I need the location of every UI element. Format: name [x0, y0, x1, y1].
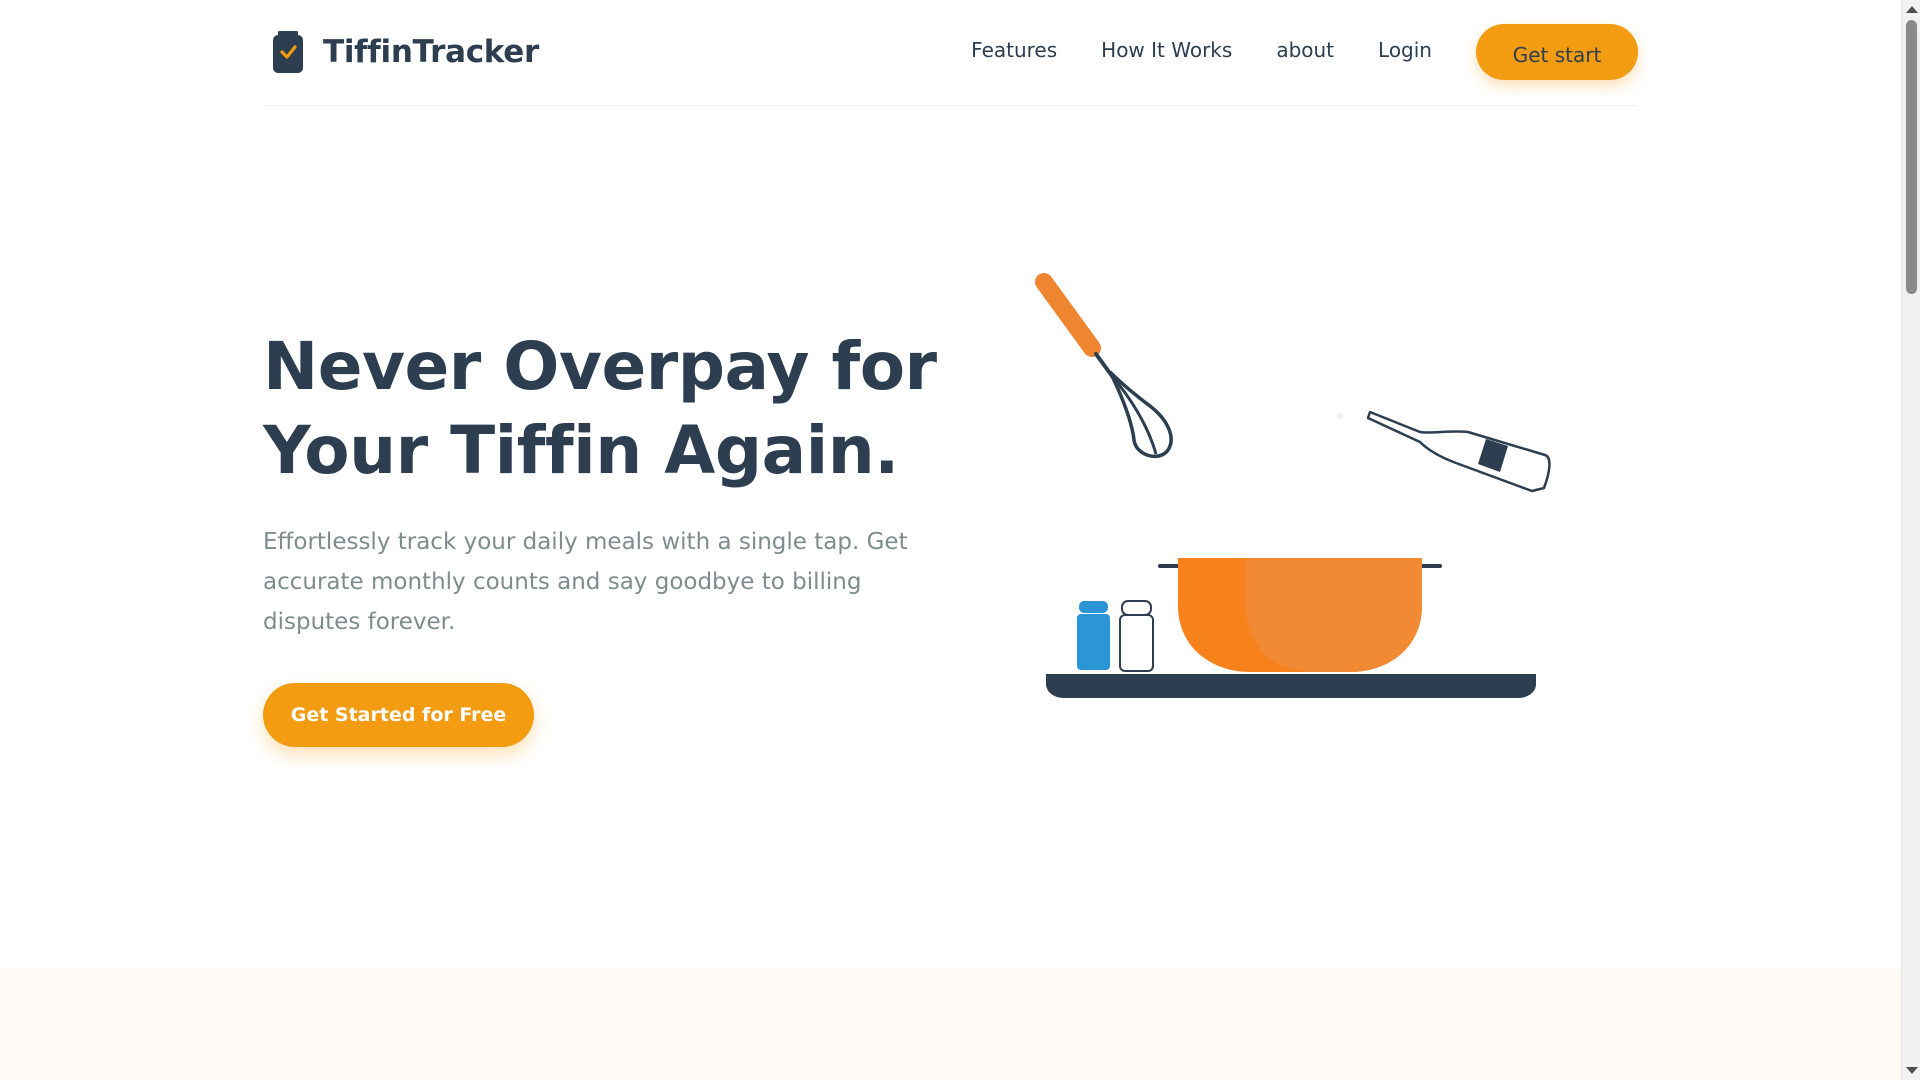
pot-icon	[1158, 558, 1442, 672]
nav-link-login[interactable]: Login	[1378, 38, 1432, 62]
knife-icon	[1337, 410, 1551, 493]
cooking-illustration	[1035, 273, 1551, 698]
brand-name: TiffinTracker	[323, 34, 539, 70]
nav-link-about[interactable]: about	[1276, 38, 1334, 62]
hero-subtitle: Effortlessly track your daily meals with…	[263, 529, 908, 635]
scroll-up-arrow-icon[interactable]	[1906, 6, 1918, 13]
whisk-icon	[1035, 273, 1173, 459]
get-start-button[interactable]: Get start	[1476, 24, 1638, 80]
nav-link-features[interactable]: Features	[971, 38, 1057, 62]
brand-logo[interactable]: TiffinTracker	[271, 30, 539, 74]
page-scrollbar[interactable]	[1901, 0, 1920, 1080]
hero-title-line-2: Your Tiffin Again.	[263, 412, 899, 489]
jar-check-icon	[273, 31, 303, 73]
page: TiffinTracker Features How It Works abou…	[0, 0, 1901, 1080]
nav-link-how-it-works[interactable]: How It Works	[1101, 38, 1232, 62]
main-nav: Features How It Works about Login Get st…	[971, 24, 1638, 80]
get-started-free-button[interactable]: Get Started for Free	[263, 683, 534, 747]
site-header: TiffinTracker Features How It Works abou…	[263, 0, 1638, 106]
scroll-down-arrow-icon[interactable]	[1906, 1067, 1918, 1074]
features-section-top	[0, 969, 1901, 1080]
scroll-thumb[interactable]	[1906, 20, 1917, 294]
shaker-icon	[1077, 600, 1154, 672]
hero-title-line-1: Never Overpay for	[263, 328, 937, 405]
tray-icon	[1046, 674, 1536, 698]
hero-title: Never Overpay for Your Tiffin Again.	[263, 325, 983, 493]
